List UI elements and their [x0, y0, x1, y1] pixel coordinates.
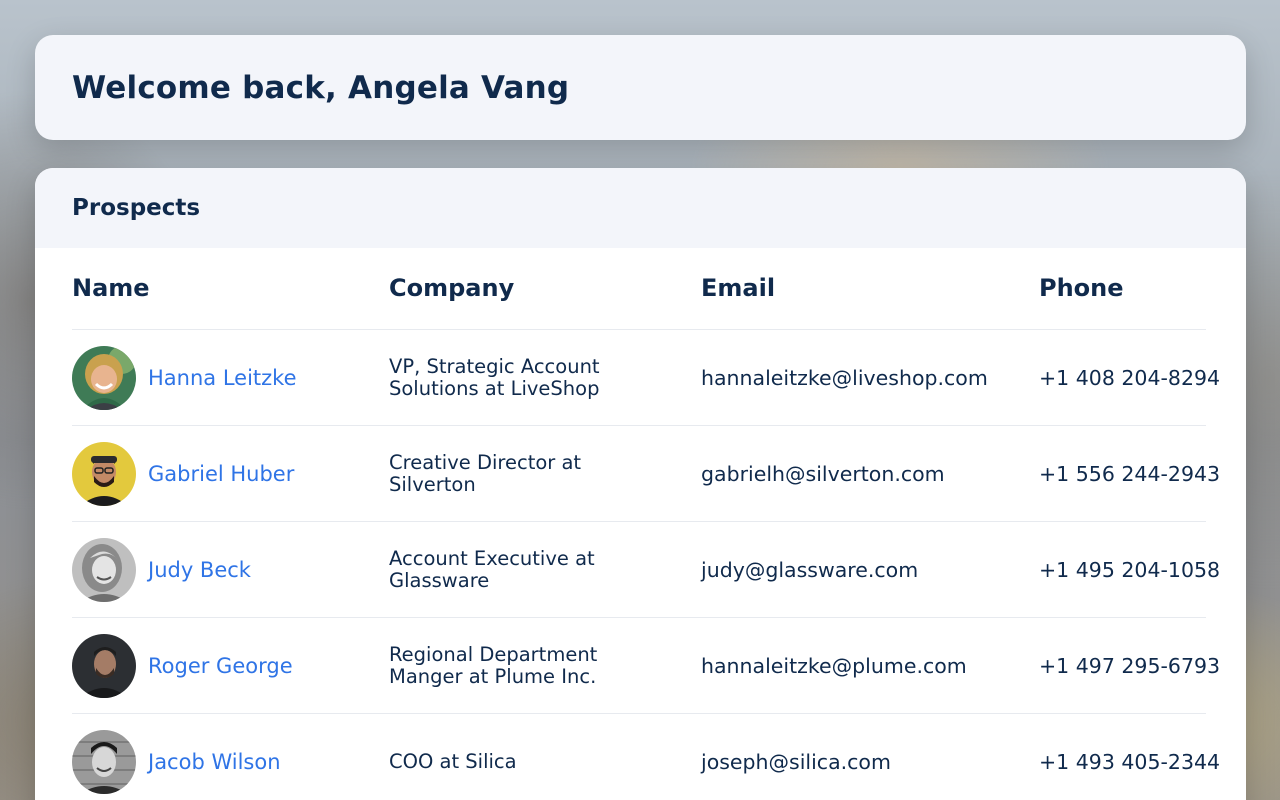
- table-row: Jacob Wilson COO at Silica joseph@silica…: [72, 714, 1220, 800]
- name-cell: Gabriel Huber: [72, 426, 294, 522]
- column-header-phone: Phone: [1039, 274, 1124, 302]
- email-text: joseph@silica.com: [701, 750, 891, 774]
- email-cell: hannaleitzke@liveshop.com: [701, 330, 988, 426]
- phone-cell: +1 493 405-2344: [1039, 714, 1220, 800]
- email-text: judy@glassware.com: [701, 558, 919, 582]
- column-header-company: Company: [389, 274, 515, 302]
- email-text: gabrielh@silverton.com: [701, 462, 945, 486]
- welcome-card: Welcome back, Angela Vang: [35, 35, 1246, 140]
- prospect-name-link[interactable]: Hanna Leitzke: [148, 366, 297, 390]
- table-row: Hanna Leitzke VP, Strategic Account Solu…: [72, 330, 1220, 426]
- name-cell: Hanna Leitzke: [72, 330, 297, 426]
- column-header-email: Email: [701, 274, 776, 302]
- table-row: Gabriel Huber Creative Director at Silve…: [72, 426, 1220, 522]
- name-cell: Jacob Wilson: [72, 714, 281, 800]
- avatar: [72, 442, 136, 506]
- email-cell: gabrielh@silverton.com: [701, 426, 945, 522]
- prospect-name-link[interactable]: Gabriel Huber: [148, 462, 294, 486]
- phone-text: +1 493 405-2344: [1039, 750, 1221, 774]
- email-cell: judy@glassware.com: [701, 522, 918, 618]
- company-cell: VP, Strategic Account Solutions at LiveS…: [389, 355, 600, 400]
- email-cell: hannaleitzke@plume.com: [701, 618, 967, 714]
- phone-text: +1 495 204-1058: [1039, 558, 1221, 582]
- company-cell: COO at Silica: [389, 750, 517, 773]
- prospect-name-link[interactable]: Jacob Wilson: [148, 750, 281, 774]
- name-cell: Roger George: [72, 618, 293, 714]
- company-cell: Account Executive at Glassware: [389, 547, 595, 592]
- prospects-card: Prospects Name Company Email Phone Hanna…: [35, 168, 1246, 800]
- prospects-header: Prospects: [35, 168, 1246, 248]
- table-row: Roger George Regional Department Manger …: [72, 618, 1220, 714]
- company-cell: Regional Department Manger at Plume Inc.: [389, 643, 598, 688]
- email-cell: joseph@silica.com: [701, 714, 891, 800]
- name-cell: Judy Beck: [72, 522, 251, 618]
- phone-cell: +1 408 204-8294: [1039, 330, 1220, 426]
- welcome-title: Welcome back, Angela Vang: [72, 69, 570, 106]
- email-text: hannaleitzke@liveshop.com: [701, 366, 988, 390]
- phone-text: +1 556 244-2943: [1039, 462, 1221, 486]
- prospect-name-link[interactable]: Roger George: [148, 654, 293, 678]
- phone-text: +1 408 204-8294: [1039, 366, 1221, 390]
- prospects-title: Prospects: [72, 195, 201, 221]
- phone-cell: +1 497 295-6793: [1039, 618, 1220, 714]
- prospects-table: Name Company Email Phone Hanna Leitzke V…: [72, 248, 1220, 800]
- avatar: [72, 634, 136, 698]
- avatar: [72, 346, 136, 410]
- avatar: [72, 538, 136, 602]
- prospect-name-link[interactable]: Judy Beck: [148, 558, 251, 582]
- table-row: Judy Beck Account Executive at Glassware…: [72, 522, 1220, 618]
- phone-text: +1 497 295-6793: [1039, 654, 1221, 678]
- phone-cell: +1 556 244-2943: [1039, 426, 1220, 522]
- avatar: [72, 730, 136, 794]
- company-cell: Creative Director at Silverton: [389, 451, 582, 496]
- table-header: Name Company Email Phone: [72, 248, 1206, 330]
- column-header-name: Name: [72, 274, 150, 302]
- email-text: hannaleitzke@plume.com: [701, 654, 967, 678]
- phone-cell: +1 495 204-1058: [1039, 522, 1220, 618]
